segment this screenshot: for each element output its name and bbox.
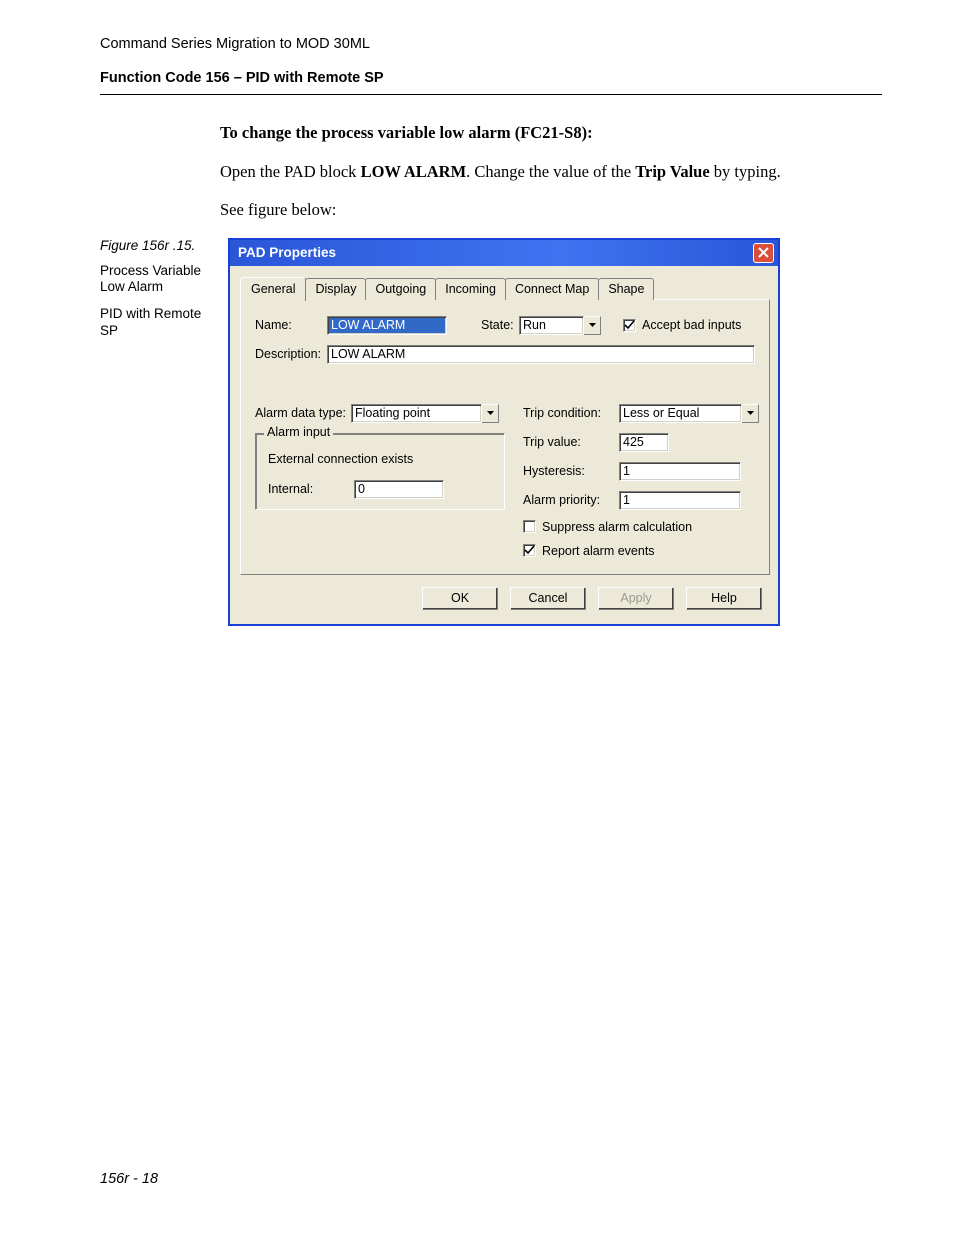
trip-condition-dropdown-button[interactable]: [742, 404, 759, 423]
row-description: Description: LOW ALARM: [255, 345, 755, 364]
chevron-down-icon: [589, 323, 596, 327]
trip-condition-label: Trip condition:: [523, 406, 619, 420]
tab-shape[interactable]: Shape: [598, 278, 654, 300]
description-label: Description:: [255, 347, 327, 361]
tab-content-general: Name: LOW ALARM State: Run Accept bad in…: [240, 299, 770, 575]
row-alarm-data-type: Alarm data type: Floating point: [255, 404, 505, 423]
state-select[interactable]: Run: [519, 316, 601, 335]
page-number: 156r - 18: [100, 1171, 158, 1187]
tab-strip: General Display Outgoing Incoming Connec…: [240, 276, 770, 300]
figure-desc-1: Process Variable Low Alarm: [100, 263, 210, 297]
state-dropdown-button[interactable]: [584, 316, 601, 335]
tab-incoming[interactable]: Incoming: [435, 278, 506, 300]
name-label: Name:: [255, 318, 327, 332]
internal-field[interactable]: 0: [354, 480, 444, 499]
ok-button[interactable]: OK: [422, 587, 498, 610]
figure-number: Figure 156r .15.: [100, 238, 210, 253]
dialog-button-row: OK Cancel Apply Help: [230, 575, 778, 624]
alarm-data-type-dropdown-button[interactable]: [482, 404, 499, 423]
check-icon: [624, 320, 635, 331]
alarm-priority-field[interactable]: 1: [619, 491, 741, 510]
chevron-down-icon: [487, 411, 494, 415]
para-bold-trip-value: Trip Value: [635, 162, 709, 181]
trip-value-field[interactable]: 425: [619, 433, 669, 452]
tab-connect-map[interactable]: Connect Map: [505, 278, 599, 300]
internal-label: Internal:: [268, 482, 354, 496]
apply-button[interactable]: Apply: [598, 587, 674, 610]
hysteresis-label: Hysteresis:: [523, 464, 619, 478]
doc-header: Command Series Migration to MOD 30ML: [100, 36, 882, 52]
check-icon: [524, 545, 535, 556]
alarm-input-group: Alarm input External connection exists I…: [255, 433, 505, 510]
external-connection-text: External connection exists: [268, 452, 492, 466]
alarm-priority-label: Alarm priority:: [523, 493, 619, 507]
accept-bad-label: Accept bad inputs: [642, 318, 741, 332]
see-figure-text: See figure below:: [220, 199, 860, 221]
trip-condition-value: Less or Equal: [619, 404, 742, 423]
para-text: Open the PAD block: [220, 162, 361, 181]
doc-subheader: Function Code 156 – PID with Remote SP: [100, 70, 882, 86]
row-name-state: Name: LOW ALARM State: Run Accept bad in…: [255, 316, 755, 335]
suppress-label: Suppress alarm calculation: [542, 520, 692, 534]
instruction-paragraph: Open the PAD block LOW ALARM. Change the…: [220, 161, 860, 183]
hysteresis-field[interactable]: 1: [619, 462, 741, 481]
para-text: . Change the value of the: [466, 162, 635, 181]
tab-outgoing[interactable]: Outgoing: [365, 278, 436, 300]
accept-bad-checkbox[interactable]: [623, 319, 636, 332]
report-label: Report alarm events: [542, 544, 655, 558]
state-label: State:: [481, 318, 519, 332]
header-rule: [100, 94, 882, 95]
report-checkbox[interactable]: [523, 544, 536, 557]
para-text: by typing.: [710, 162, 781, 181]
suppress-checkbox[interactable]: [523, 520, 536, 533]
name-field[interactable]: LOW ALARM: [327, 316, 447, 335]
cancel-button[interactable]: Cancel: [510, 587, 586, 610]
description-field[interactable]: LOW ALARM: [327, 345, 755, 364]
figure-sidebar: Figure 156r .15. Process Variable Low Al…: [100, 238, 210, 351]
chevron-down-icon: [747, 411, 754, 415]
alarm-data-type-value: Floating point: [351, 404, 482, 423]
close-icon: [758, 247, 769, 258]
tab-general[interactable]: General: [240, 277, 306, 301]
alarm-input-legend: Alarm input: [264, 425, 333, 439]
para-bold-low-alarm: LOW ALARM: [361, 162, 467, 181]
dialog-title: PAD Properties: [238, 245, 336, 260]
figure-desc-2: PID with Remote SP: [100, 306, 210, 340]
tab-display[interactable]: Display: [305, 278, 366, 300]
close-button[interactable]: [753, 243, 774, 263]
trip-value-label: Trip value:: [523, 435, 619, 449]
trip-condition-select[interactable]: Less or Equal: [619, 404, 759, 423]
pad-properties-dialog: PAD Properties General Display Outgoing …: [228, 238, 780, 626]
state-value: Run: [519, 316, 584, 335]
alarm-data-type-select[interactable]: Floating point: [351, 404, 499, 423]
help-button[interactable]: Help: [686, 587, 762, 610]
section-heading: To change the process variable low alarm…: [220, 123, 860, 143]
alarm-data-type-label: Alarm data type:: [255, 406, 351, 420]
dialog-titlebar[interactable]: PAD Properties: [230, 240, 778, 266]
